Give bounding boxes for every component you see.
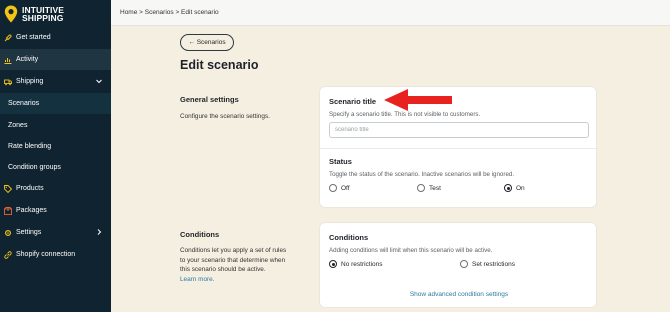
sidebar-item-label: Activity (16, 56, 39, 63)
sidebar-item-condition-groups[interactable]: Condition groups (0, 157, 111, 178)
sidebar-item-scenarios[interactable]: Scenarios (0, 93, 111, 114)
sidebar-item-label: Scenarios (8, 100, 40, 107)
brand-logo[interactable]: INTUITIVE SHIPPING (4, 4, 64, 24)
sidebar-item-activity[interactable]: Activity (0, 49, 111, 70)
general-settings-heading: General settings (180, 95, 239, 104)
sidebar-item-label: Shopify connection (16, 251, 76, 258)
page-title: Edit scenario (180, 58, 259, 72)
status-help: Toggle the status of the scenario. Inact… (329, 171, 515, 178)
brand-name: INTUITIVE SHIPPING (22, 5, 64, 23)
sidebar-item-label: Get started (16, 34, 51, 41)
gear-icon (4, 229, 12, 237)
radio-label: No restrictions (341, 260, 383, 268)
conditions-radio-no-restrictions[interactable]: No restrictions (329, 260, 383, 268)
sidebar-item-label: Rate blending (8, 143, 52, 150)
conditions-desc-line: this scenario should be active. (180, 266, 266, 273)
tag-icon (4, 184, 12, 193)
sidebar-item-label: Shipping (16, 78, 44, 85)
sidebar-item-label: Packages (16, 207, 47, 214)
brand-name-line2: SHIPPING (22, 13, 64, 23)
scenario-title-label: Scenario title (329, 97, 377, 106)
sidebar-item-rate-blending[interactable]: Rate blending (0, 136, 111, 157)
conditions-radio-set-restrictions[interactable]: Set restrictions (460, 260, 515, 268)
radio-circle (504, 184, 512, 192)
package-icon (4, 206, 12, 215)
show-advanced-conditions-link[interactable]: Show advanced condition settings (320, 291, 598, 298)
location-pin-icon (4, 5, 18, 23)
scenario-title-input[interactable] (329, 122, 589, 138)
chevron-down-icon (95, 77, 103, 85)
sidebar-item-settings[interactable]: Settings (0, 222, 111, 243)
top-bar: Home > Scenarios > Edit scenario (111, 0, 670, 26)
sidebar-item-label: Condition groups (8, 164, 61, 171)
sidebar-item-label: Zones (8, 122, 28, 129)
radio-circle (329, 260, 337, 268)
sidebar-item-get-started[interactable]: Get started (0, 27, 111, 48)
conditions-desc-line: to your scenario that determine when (180, 256, 286, 264)
sidebar-item-label: Settings (16, 229, 42, 236)
link-icon (4, 250, 12, 259)
annotation-arrow-icon (384, 88, 454, 117)
activity-chart-icon (4, 56, 12, 64)
radio-label: On (516, 184, 525, 192)
sidebar-item-shipping[interactable]: Shipping (0, 71, 111, 92)
radio-circle (417, 184, 425, 192)
conditions-card-title: Conditions (329, 233, 369, 242)
conditions-heading: Conditions (180, 230, 220, 239)
radio-label: Off (341, 184, 350, 192)
status-label: Status (329, 157, 352, 166)
radio-circle (329, 184, 337, 192)
conditions-desc-line: Conditions let you apply a set of rules (180, 247, 287, 254)
radio-circle (460, 260, 468, 268)
sidebar-item-zones[interactable]: Zones (0, 115, 111, 136)
back-to-scenarios-button[interactable]: ← Scenarios (180, 34, 234, 51)
card-divider (320, 148, 598, 149)
general-settings-description: Configure the scenario settings. (180, 113, 270, 120)
conditions-card-help: Adding conditions will limit when this s… (329, 247, 493, 254)
status-radio-off[interactable]: Off (329, 184, 350, 192)
status-radio-test[interactable]: Test (417, 184, 441, 192)
radio-label: Test (429, 184, 441, 192)
sidebar-item-products[interactable]: Products (0, 178, 111, 199)
status-radio-on[interactable]: On (504, 184, 525, 192)
rocket-icon (4, 33, 12, 42)
truck-icon (4, 78, 12, 86)
conditions-card: Conditions Adding conditions will limit … (319, 222, 597, 308)
sidebar-item-shopify-connection[interactable]: Shopify connection (0, 244, 111, 265)
radio-label: Set restrictions (472, 260, 515, 268)
sidebar-item-packages[interactable]: Packages (0, 200, 111, 221)
general-settings-card: Scenario title Specify a scenario title.… (319, 86, 598, 208)
conditions-description: Conditions let you apply a set of rules … (180, 246, 286, 284)
sidebar: INTUITIVE SHIPPING Get started Activity … (0, 0, 111, 312)
chevron-right-icon (95, 228, 103, 236)
breadcrumb[interactable]: Home > Scenarios > Edit scenario (120, 9, 219, 16)
sidebar-item-label: Products (16, 185, 44, 192)
learn-more-link[interactable]: Learn more. (180, 276, 214, 283)
